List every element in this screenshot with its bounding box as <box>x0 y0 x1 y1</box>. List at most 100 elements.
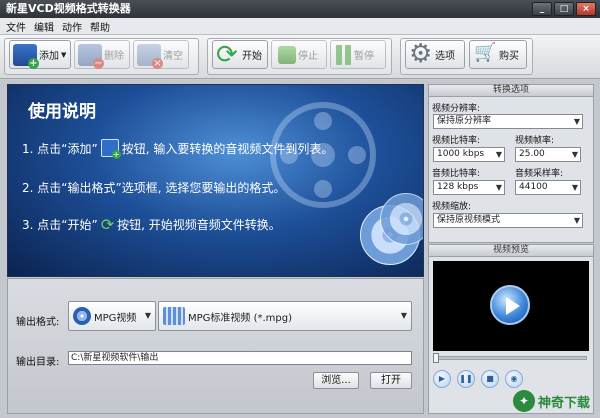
options-button-label: 选项 <box>435 51 455 62</box>
output-dir-field[interactable]: C:\新星视频软件\输出 <box>68 351 412 365</box>
scale-value: 保持原视频模式 <box>437 215 501 225</box>
audio-bitrate-label: 音频比特率: <box>432 169 481 179</box>
guide-step-3-text-b: 按钮, 开始视频音频文件转换。 <box>117 218 281 232</box>
resolution-label: 视频分辨率: <box>432 104 481 114</box>
add-file-icon <box>100 139 121 159</box>
framerate-select[interactable]: 25.00 ▼ <box>515 147 581 162</box>
play-icon[interactable] <box>490 285 530 325</box>
video-bitrate-select[interactable]: 1000 kbps ▼ <box>433 147 505 162</box>
right-sidebar: 转换选项 视频分辨率: 保持原分辨率 ▼ 视频比特率: 视频帧率: 1000 k… <box>428 84 594 414</box>
watermark: ✦ 神奇下载 <box>512 390 590 412</box>
guide-step-2: 2. 点击“输出格式”选项框, 选择您要输出的格式。 <box>22 179 285 196</box>
pause-button[interactable]: 暂停 <box>330 40 386 69</box>
film-strip-icon <box>163 307 185 325</box>
chevron-down-icon: ▼ <box>61 50 67 59</box>
video-bitrate-label: 视频比特率: <box>432 136 481 146</box>
chevron-down-icon: ▼ <box>571 150 578 159</box>
seek-thumb[interactable] <box>433 353 439 363</box>
clear-button-label: 清空 <box>163 51 183 62</box>
start-refresh-icon: ⟳ <box>100 215 115 234</box>
open-button[interactable]: 打开 <box>370 372 412 389</box>
chevron-down-icon: ▼ <box>144 311 151 320</box>
usage-guide-panel: 使用说明 1. 点击“添加” 按钮, 输入要转换的音视频文件到列表。 2. 点击… <box>7 84 424 277</box>
cart-icon <box>473 42 497 66</box>
pause-small-icon[interactable]: ❚❚ <box>457 370 475 388</box>
guide-step-1-text-b: 按钮, 输入要转换的音视频文件到列表。 <box>121 141 334 156</box>
clear-list-icon <box>137 43 163 69</box>
pause-button-label: 暂停 <box>354 51 374 62</box>
format-value: MPG标准视频 (*.mpg) <box>188 312 293 324</box>
guide-step-1: 1. 点击“添加” 按钮, 输入要转换的音视频文件到列表。 <box>22 139 334 159</box>
audio-bitrate-select[interactable]: 128 kbps ▼ <box>433 180 505 195</box>
guide-step-3: 3. 点击“开始” ⟳ 按钮, 开始视频音频文件转换。 <box>22 215 281 234</box>
main-area: 使用说明 1. 点击“添加” 按钮, 输入要转换的音视频文件到列表。 2. 点击… <box>0 80 600 418</box>
minimize-icon[interactable]: _ <box>532 2 552 16</box>
browse-button[interactable]: 浏览... <box>313 372 359 389</box>
seek-slider[interactable] <box>433 353 587 363</box>
guide-step-3-text-a: 3. 点击“开始” <box>22 218 98 232</box>
add-file-icon <box>13 43 39 69</box>
framerate-value: 25.00 <box>519 149 545 159</box>
maximize-icon[interactable]: □ <box>554 2 574 16</box>
watermark-logo-icon: ✦ <box>512 390 535 412</box>
resolution-value: 保持原分辨率 <box>437 116 492 126</box>
add-button-label: 添加 <box>39 51 59 62</box>
play-small-icon[interactable]: ▶ <box>433 370 451 388</box>
samplerate-label: 音频采样率: <box>515 169 564 179</box>
delete-button[interactable]: 删除 <box>74 40 130 69</box>
window-controls: _ □ × <box>532 2 596 16</box>
toolbar: 添加 ▼ 删除 清空 开始 停止 暂停 选项 购买 <box>0 35 600 79</box>
stop-icon <box>278 45 296 64</box>
framerate-label: 视频帧率: <box>515 136 555 146</box>
title-bar: 新星VCD视频格式转换器 _ □ × <box>0 0 600 18</box>
window-title: 新星VCD视频格式转换器 <box>6 2 131 15</box>
menu-edit[interactable]: 编辑 <box>34 19 54 34</box>
delete-file-icon <box>78 43 104 69</box>
start-refresh-icon <box>216 40 240 70</box>
menu-file[interactable]: 文件 <box>6 19 26 34</box>
options-button[interactable]: 选项 <box>405 39 465 69</box>
settings-panel: 视频分辨率: 保持原分辨率 ▼ 视频比特率: 视频帧率: 1000 kbps ▼… <box>428 97 594 243</box>
menu-help[interactable]: 帮助 <box>90 19 110 34</box>
video-disc-icon <box>73 307 91 325</box>
output-panel: 输出格式: MPG视频 ▼ MPG标准视频 (*.mpg) ▼ 输出目录: C:… <box>7 278 424 414</box>
guide-title: 使用说明 <box>28 102 96 122</box>
video-bitrate-value: 1000 kbps <box>437 149 485 159</box>
samplerate-value: 44100 <box>519 182 548 192</box>
stop-button[interactable]: 停止 <box>271 40 327 69</box>
snapshot-icon[interactable]: ◉ <box>505 370 523 388</box>
samplerate-select[interactable]: 44100 ▼ <box>515 180 581 195</box>
delete-button-label: 删除 <box>104 51 124 62</box>
buy-button-label: 购买 <box>499 51 519 62</box>
clear-button[interactable]: 清空 <box>133 40 189 69</box>
chevron-down-icon: ▼ <box>573 216 580 225</box>
guide-step-1-text-a: 1. 点击“添加” <box>22 141 98 156</box>
settings-header: 转换选项 <box>428 84 594 97</box>
chevron-down-icon: ▼ <box>571 183 578 192</box>
start-button[interactable]: 开始 <box>212 40 268 70</box>
chevron-down-icon: ▼ <box>573 117 580 126</box>
close-icon[interactable]: × <box>576 2 596 16</box>
add-button[interactable]: 添加 ▼ <box>9 40 71 69</box>
menu-action[interactable]: 动作 <box>62 19 82 34</box>
chevron-down-icon: ▼ <box>400 311 407 320</box>
chevron-down-icon: ▼ <box>495 183 502 192</box>
watermark-text: 神奇下载 <box>537 395 590 411</box>
disc-icon <box>380 193 423 245</box>
buy-button[interactable]: 购买 <box>469 40 527 69</box>
chevron-down-icon: ▼ <box>495 150 502 159</box>
guide-step-2-text: 2. 点击“输出格式”选项框, 选择您要输出的格式。 <box>22 181 286 195</box>
stop-button-label: 停止 <box>298 51 318 62</box>
menu-bar: 文件 编辑 动作 帮助 <box>0 18 600 35</box>
gear-icon <box>409 39 433 69</box>
format-select[interactable]: MPG标准视频 (*.mpg) ▼ <box>158 301 412 331</box>
stop-small-icon[interactable]: ■ <box>481 370 499 388</box>
pause-icon <box>334 44 352 66</box>
preview-screen <box>433 261 589 351</box>
scale-select[interactable]: 保持原视频模式 ▼ <box>433 213 583 228</box>
output-dir-label: 输出目录: <box>16 357 60 368</box>
format-category-select[interactable]: MPG视频 ▼ <box>68 301 156 331</box>
start-button-label: 开始 <box>242 51 262 62</box>
scale-label: 视频缩放: <box>432 202 472 212</box>
resolution-select[interactable]: 保持原分辨率 ▼ <box>433 114 583 129</box>
